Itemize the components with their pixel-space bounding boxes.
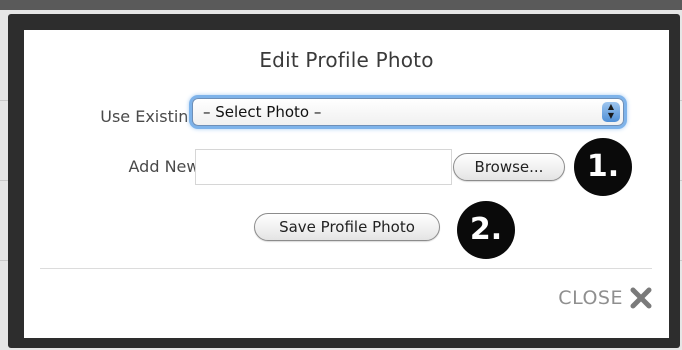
use-existing-label: Use Existing: [100,107,204,126]
updown-arrows-icon: ▲ ▼ [602,102,620,122]
select-value: – Select Photo – [203,103,322,121]
browse-button[interactable]: Browse... [453,153,565,181]
file-path-field[interactable] [195,149,452,185]
step-1-badge: 1. [574,138,632,196]
close-x-icon [629,286,653,310]
save-profile-photo-button[interactable]: Save Profile Photo [254,213,440,241]
close-label: CLOSE [558,287,623,309]
dialog-title: Edit Profile Photo [259,48,434,72]
background-topbar [0,0,682,10]
edit-profile-photo-dialog: Edit Profile Photo Use Existing: – Selec… [24,30,669,338]
add-new-label: Add New: [128,157,204,176]
existing-photo-select[interactable]: – Select Photo – ▲ ▼ [192,98,624,126]
footer-divider [40,268,652,269]
step-2-badge: 2. [457,201,515,259]
close-button[interactable]: CLOSE [558,284,653,312]
